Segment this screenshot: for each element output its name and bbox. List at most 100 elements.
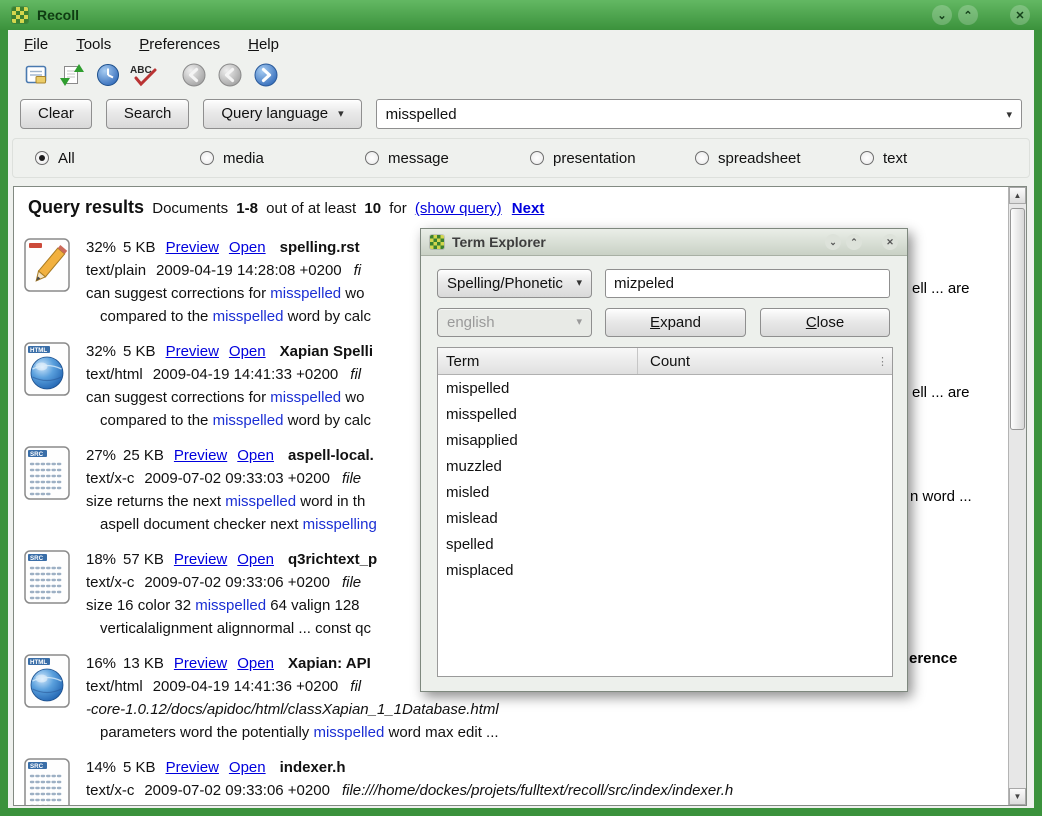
result-title: aspell-local. <box>288 447 374 464</box>
prev-page-icon <box>217 62 243 92</box>
snippet-text: -core-1.0.12/docs/apidoc/html/classXapia… <box>86 701 499 718</box>
result-headline: 18%57 KBPreviewOpenq3richtext_p <box>86 548 377 571</box>
term-column-header[interactable]: Term <box>438 353 637 370</box>
term-row[interactable]: misspelled <box>438 401 892 427</box>
snippet-line: parameters word the potentially misspell… <box>100 721 499 744</box>
result-meta: text/x-c2009-07-02 09:33:06 +0200file://… <box>86 779 733 802</box>
dialog-maximize-button[interactable]: ⌃ <box>846 234 862 250</box>
open-link[interactable]: Open <box>237 551 274 568</box>
term-row[interactable]: misled <box>438 479 892 505</box>
result-meta: text/plain2009-04-19 14:28:08 +0200fi <box>86 259 371 282</box>
filter-label: spreadsheet <box>718 150 801 167</box>
search-button[interactable]: Search <box>106 99 190 129</box>
expand-button[interactable]: Expand <box>605 308 746 337</box>
mime-type: text/x-c <box>86 782 134 799</box>
term-cell: misspelled <box>438 406 637 423</box>
result-meta: text/x-c2009-07-02 09:33:03 +0200file <box>86 467 377 490</box>
scroll-up-button[interactable]: ▲ <box>1009 187 1026 204</box>
preview-link[interactable]: Preview <box>174 447 227 464</box>
open-link[interactable]: Open <box>229 239 266 256</box>
preview-link[interactable]: Preview <box>174 655 227 672</box>
preview-link[interactable]: Preview <box>166 759 219 776</box>
open-link[interactable]: Open <box>229 759 266 776</box>
relevance-percent: 14% <box>86 759 116 776</box>
file-size: 5 KB <box>123 239 156 256</box>
close-button[interactable]: ✕ <box>1010 5 1030 25</box>
open-link[interactable]: Open <box>237 447 274 464</box>
menu-preferences[interactable]: Preferences <box>139 36 220 53</box>
term-explorer-button[interactable]: ABC <box>128 61 160 93</box>
relevance-percent: 32% <box>86 343 116 360</box>
preview-link[interactable]: Preview <box>166 343 219 360</box>
update-index-button[interactable] <box>56 61 88 93</box>
snippet-text: word in th <box>296 493 365 510</box>
chevron-down-icon: ▾ <box>1006 108 1012 121</box>
filter-text[interactable]: text <box>860 150 1025 167</box>
filter-label: message <box>388 150 449 167</box>
filter-presentation[interactable]: presentation <box>530 150 695 167</box>
snippet-text: word by calc <box>283 308 371 325</box>
term-row[interactable]: misplaced <box>438 557 892 583</box>
titlebar[interactable]: Recoll ⌄ ⌃ ✕ <box>0 0 1042 30</box>
maximize-button[interactable]: ⌃ <box>958 5 978 25</box>
window-title: Recoll <box>37 7 923 23</box>
scroll-down-button[interactable]: ▼ <box>1009 788 1026 805</box>
svg-text:SRC: SRC <box>30 763 44 770</box>
menu-file[interactable]: File <box>24 36 48 53</box>
result-title: indexer.h <box>280 759 346 776</box>
dialog-titlebar[interactable]: Term Explorer ⌄ ⌃ ✕ <box>421 229 907 256</box>
expansion-mode-value: Spelling/Phonetic <box>447 270 563 297</box>
highlight-term: misspelled <box>270 285 341 302</box>
next-page-link[interactable]: Next <box>512 200 545 217</box>
language-combo: english ▾ <box>437 308 592 337</box>
term-table-header[interactable]: Term Count ⋮ <box>438 348 892 375</box>
filter-media[interactable]: media <box>200 150 365 167</box>
filter-spreadsheet[interactable]: spreadsheet <box>695 150 860 167</box>
term-row[interactable]: muzzled <box>438 453 892 479</box>
preview-link[interactable]: Preview <box>166 239 219 256</box>
menubar: File Tools Preferences Help <box>8 30 1034 58</box>
term-row[interactable]: mispelled <box>438 375 892 401</box>
doc-history-icon <box>95 62 121 92</box>
doc-history-button[interactable] <box>92 61 124 93</box>
query-language-combo[interactable]: Query language ▾ <box>203 99 361 129</box>
shade-button[interactable]: ⌄ <box>932 5 952 25</box>
toolbar: ABC <box>8 58 1034 96</box>
dialog-close-icon-button[interactable]: ✕ <box>882 234 898 250</box>
menu-help[interactable]: Help <box>248 36 279 53</box>
term-row[interactable]: mislead <box>438 505 892 531</box>
term-input[interactable] <box>605 269 890 298</box>
highlight-term: misspelled <box>213 308 284 325</box>
radio-icon <box>35 151 49 165</box>
term-row[interactable]: spelled <box>438 531 892 557</box>
snippet-line: size returns the next misspelled word in… <box>86 490 377 513</box>
dialog-shade-button[interactable]: ⌄ <box>825 234 841 250</box>
snippet-text: 64 valign 128 <box>266 597 359 614</box>
recoll-app-icon <box>430 235 444 249</box>
doc-date: 2009-04-19 14:41:33 +0200 <box>153 366 339 383</box>
close-button[interactable]: Close <box>760 308 890 337</box>
scroll-thumb[interactable] <box>1010 208 1025 430</box>
preview-link[interactable]: Preview <box>174 551 227 568</box>
next-page-button[interactable] <box>250 61 282 93</box>
term-cell: mispelled <box>438 380 637 397</box>
menu-tools[interactable]: Tools <box>76 36 111 53</box>
scrollbar[interactable]: ▲ ▼ <box>1008 187 1026 805</box>
relevance-percent: 16% <box>86 655 116 672</box>
next-page-icon <box>253 62 279 92</box>
open-link[interactable]: Open <box>237 655 274 672</box>
clear-button[interactable]: Clear <box>20 99 92 129</box>
highlight-term: misspelling <box>303 516 377 533</box>
term-row[interactable]: misapplied <box>438 427 892 453</box>
count-column-header[interactable]: Count <box>637 348 892 374</box>
open-link[interactable]: Open <box>229 343 266 360</box>
highlight-term: misspelled <box>225 493 296 510</box>
show-query-link[interactable]: (show query) <box>415 200 502 217</box>
expansion-mode-combo[interactable]: Spelling/Phonetic ▾ <box>437 269 592 298</box>
query-input[interactable]: misspelled ▾ <box>376 99 1022 129</box>
filter-all[interactable]: All <box>35 150 200 167</box>
filter-message[interactable]: message <box>365 150 530 167</box>
source-file-icon: SRC <box>24 444 70 536</box>
clear-search-button[interactable] <box>20 61 52 93</box>
term-cell: misapplied <box>438 432 637 449</box>
